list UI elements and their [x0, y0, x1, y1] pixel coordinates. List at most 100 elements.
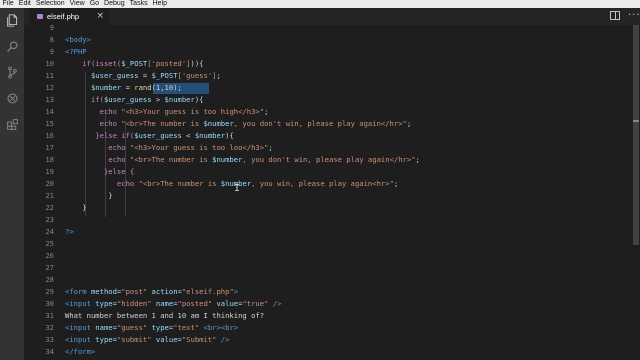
code-token: echo: [65, 155, 130, 164]
code-token: action=: [147, 287, 182, 296]
close-icon[interactable]: ×: [96, 11, 104, 22]
code-editor[interactable]: 9 8 <body> 9 <?PHP 10 if(isset($_POST['posted…: [24, 25, 632, 360]
code-line[interactable]: 22 }: [24, 202, 632, 214]
code-token: />: [268, 299, 282, 308]
code-text: ?>: [65, 226, 74, 238]
code-token: "<br>The number is: [129, 155, 213, 164]
code-line[interactable]: 33 <input type="submit" value="Submit" />: [24, 334, 632, 346]
line-number: 8: [49, 35, 54, 44]
code-line[interactable]: 29 <form method="post" action="elseif.php…: [24, 286, 632, 298]
menu-go[interactable]: Go: [87, 0, 101, 8]
code-line[interactable]: 21 }: [24, 190, 632, 202]
code-line[interactable]: 28: [24, 274, 632, 286]
code-line[interactable]: 11 $user_guess = $_POST['guess'];: [24, 70, 632, 82]
line-number: 13: [45, 95, 54, 104]
line-number: 22: [45, 203, 54, 212]
code-line[interactable]: 23: [24, 214, 632, 226]
line-number: 10: [45, 59, 54, 68]
code-text: if(isset($_POST['posted'])){: [65, 58, 204, 70]
code-token: "<h3>Your guess is too high</h3>": [121, 107, 265, 116]
code-token: <: [181, 131, 195, 140]
code-line[interactable]: 20 echo "<br>The number is $number, you …: [24, 178, 632, 190]
more-actions-icon[interactable]: ···: [628, 8, 640, 23]
code-line[interactable]: 15 echo "<br>The number is $number, you …: [24, 118, 632, 130]
mouse-cursor-ibeam: I: [234, 183, 241, 194]
code-line[interactable]: 8 <body>: [24, 34, 632, 46]
menu-debug[interactable]: Debug: [102, 0, 128, 8]
menu-selection[interactable]: Selection: [33, 0, 67, 8]
code-token: "<h3>Your guess is too loo</h3>": [129, 143, 269, 152]
code-line[interactable]: 9: [24, 25, 632, 34]
menu-view[interactable]: View: [67, 0, 87, 8]
code-line[interactable]: 25: [24, 238, 632, 250]
code-line[interactable]: 17 echo "<h3>Your guess is too loo</h3>"…: [24, 142, 632, 154]
code-text: }else if($user_guess < $number){: [65, 130, 234, 142]
code-line[interactable]: 16 }else if($user_guess < $number){: [24, 130, 632, 142]
code-token: if(: [65, 95, 104, 104]
line-number: 33: [45, 335, 54, 344]
code-token: "text": [173, 323, 200, 332]
code-text: echo "<h3>Your guess is too loo</h3>";: [65, 142, 272, 154]
code-token: )){: [190, 59, 204, 68]
code-token: ?>: [65, 227, 74, 236]
code-text: </form>: [65, 346, 95, 358]
files-icon[interactable]: [4, 12, 20, 28]
code-token: echo: [65, 143, 130, 152]
menu-tasks[interactable]: Tasks: [127, 0, 150, 8]
line-number: 19: [45, 167, 54, 176]
code-line[interactable]: 34 </form>: [24, 346, 632, 358]
code-line[interactable]: 26: [24, 250, 632, 262]
code-line[interactable]: 31 What number between 1 and 10 am I thin…: [24, 310, 632, 322]
code-line[interactable]: 30 <input type="hidden" name="posted" val…: [24, 298, 632, 310]
code-token: ;: [415, 155, 420, 164]
line-number: 29: [45, 287, 54, 296]
debug-icon[interactable]: [4, 90, 20, 106]
code-token: />: [216, 335, 230, 344]
tab-elseif-php[interactable]: elseif.php ×: [29, 8, 109, 25]
code-token: $number: [194, 131, 226, 140]
code-line[interactable]: 32 <input name="guess" type="text" <br><b…: [24, 322, 632, 334]
source-control-icon[interactable]: [4, 64, 20, 80]
code-token: ;: [406, 119, 412, 128]
line-number: 9: [49, 47, 54, 56]
code-text: echo "<h3>Your guess is too high</h3>";: [65, 106, 269, 118]
code-token: "elseif.php": [181, 287, 234, 296]
code-text: <input type="hidden" name="posted" value…: [65, 298, 281, 310]
menu-edit[interactable]: Edit: [16, 0, 33, 8]
code-token: ['guess']: [177, 71, 217, 80]
code-line[interactable]: 27: [24, 262, 632, 274]
activity-bar: [0, 8, 24, 360]
line-number: 23: [45, 215, 54, 224]
code-line[interactable]: 12 $number = rand(1,10);: [24, 82, 632, 94]
code-token: "submit": [116, 335, 152, 344]
code-line[interactable]: 19 }else {: [24, 166, 632, 178]
search-icon[interactable]: [4, 38, 20, 54]
code-line[interactable]: 13 if($user_guess > $number){: [24, 94, 632, 106]
scrollbar-marker: [633, 120, 639, 122]
menu-help[interactable]: Help: [150, 0, 169, 8]
vertical-scrollbar[interactable]: [632, 25, 640, 360]
code-token: <form: [65, 287, 91, 296]
code-token: <input: [65, 335, 96, 344]
code-line[interactable]: 14 echo "<h3>Your guess is too high</h3>…: [24, 106, 632, 118]
code-line[interactable]: 18 echo "<br>The number is $number, you …: [24, 154, 632, 166]
code-token: "<br>The number is: [138, 179, 221, 188]
code-line[interactable]: 24 ?>: [24, 226, 632, 238]
code-token: ['posted']: [147, 59, 191, 68]
code-text: echo "<br>The number is $number, you don…: [65, 154, 420, 166]
scrollbar-thumb[interactable]: [633, 25, 639, 245]
code-text: <input name="guess" type="text" <br><br>: [65, 322, 238, 334]
split-editor-icon[interactable]: [610, 11, 620, 20]
extensions-icon[interactable]: [4, 116, 20, 132]
menu-file[interactable]: File: [0, 0, 16, 8]
code-token: <input: [65, 299, 96, 308]
code-token: type=: [95, 299, 117, 308]
code-token: $_POST: [151, 71, 178, 80]
code-token: <input: [65, 323, 96, 332]
code-token: >: [233, 287, 239, 296]
code-line[interactable]: 9 <?PHP: [24, 46, 632, 58]
code-token: type=: [95, 335, 117, 344]
code-line[interactable]: 10 if(isset($_POST['posted'])){: [24, 58, 632, 70]
code-token: $user_guess: [134, 131, 182, 140]
code-token: }else if(: [65, 131, 135, 140]
